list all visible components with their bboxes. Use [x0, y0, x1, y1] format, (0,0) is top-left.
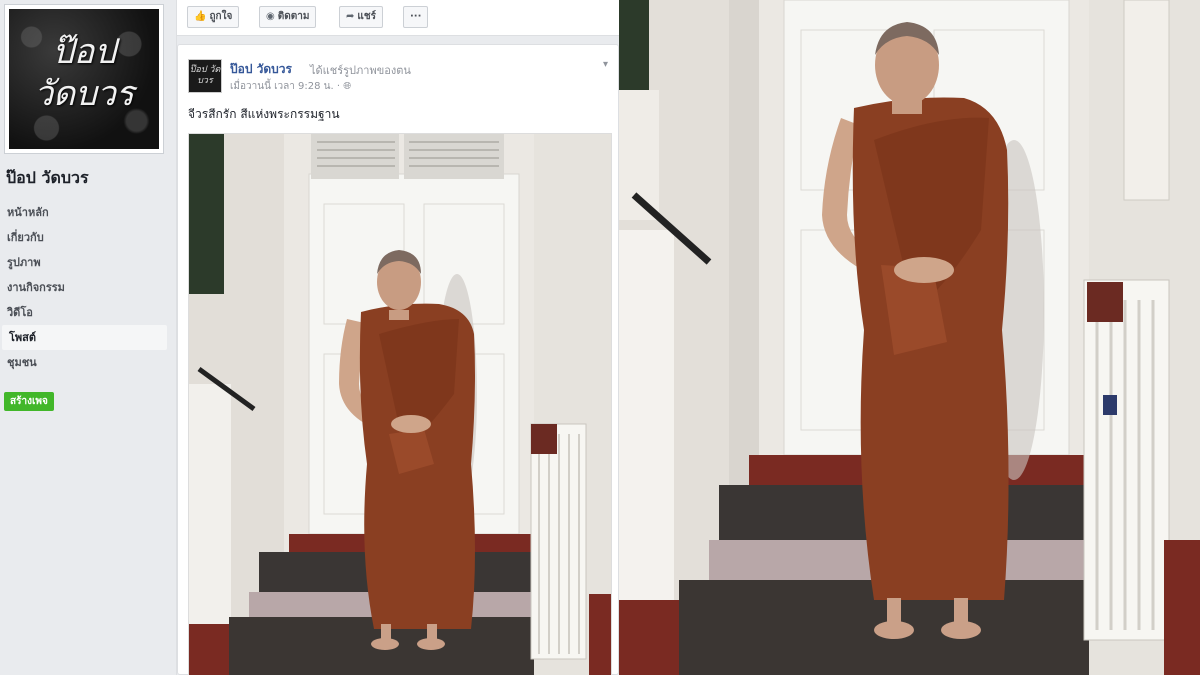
chevron-down-icon[interactable]: ▾: [603, 59, 608, 70]
post-card: ป๊อป วัดบวร ป๊อป วัดบวร ได้แชร์รูปภาพของ…: [177, 44, 619, 675]
monk-photo-large: [619, 0, 1200, 675]
page-profile-picture[interactable]: ป๊อป วัดบวร: [4, 4, 164, 154]
left-sidebar: ป๊อป วัดบวร ป๊อป วัดบวร หน้าหลัก เกี่ยวก…: [0, 0, 177, 675]
post-photo[interactable]: [188, 133, 612, 675]
nav-item-photos[interactable]: รูปภาพ: [0, 250, 170, 275]
thumbs-up-icon: 👍: [194, 11, 207, 22]
create-page-button[interactable]: สร้างเพจ: [4, 392, 54, 411]
monk-photo-small: [189, 134, 611, 675]
post-action-text: ได้แชร์รูปภาพของตน: [310, 64, 411, 77]
post-text: จีวรสีกรัก สีแห่งพระกรรมฐาน: [188, 107, 340, 121]
follow-button[interactable]: ◉ ติดตาม: [259, 6, 317, 28]
page-name[interactable]: ป๊อป วัดบวร: [6, 166, 89, 191]
nav-item-about[interactable]: เกี่ยวกับ: [0, 225, 170, 250]
profile-logo: ป๊อป วัดบวร: [9, 9, 159, 149]
post-author-avatar[interactable]: ป๊อป วัดบวร: [188, 59, 222, 93]
nav-item-posts[interactable]: โพสต์: [2, 325, 167, 350]
enlarged-photo: [619, 0, 1200, 675]
share-button[interactable]: ➦ แชร์: [339, 6, 383, 28]
post-author-link[interactable]: ป๊อป วัดบวร: [230, 60, 292, 79]
rss-icon: ◉: [266, 11, 275, 22]
post-timestamp[interactable]: เมื่อวานนี้ เวลา 9:28 น. · 🌐︎: [230, 79, 351, 94]
logo-text-line1: ป๊อป: [52, 32, 116, 72]
nav-item-videos[interactable]: วิดีโอ: [0, 300, 170, 325]
share-icon: ➦: [346, 11, 355, 22]
nav-item-events[interactable]: งานกิจกรรม: [0, 275, 170, 300]
page-action-bar: 👍 ถูกใจ ◉ ติดตาม ➦ แชร์ ···: [177, 0, 619, 36]
like-button[interactable]: 👍 ถูกใจ: [187, 6, 240, 28]
logo-text-line2: วัดบวร: [33, 74, 135, 114]
nav-item-community[interactable]: ชุมชน: [0, 350, 170, 375]
nav-item-home[interactable]: หน้าหลัก: [0, 200, 170, 225]
page-nav: หน้าหลัก เกี่ยวกับ รูปภาพ งานกิจกรรม วิด…: [0, 200, 170, 375]
globe-icon: 🌐︎: [343, 81, 352, 92]
more-button[interactable]: ···: [403, 6, 429, 28]
